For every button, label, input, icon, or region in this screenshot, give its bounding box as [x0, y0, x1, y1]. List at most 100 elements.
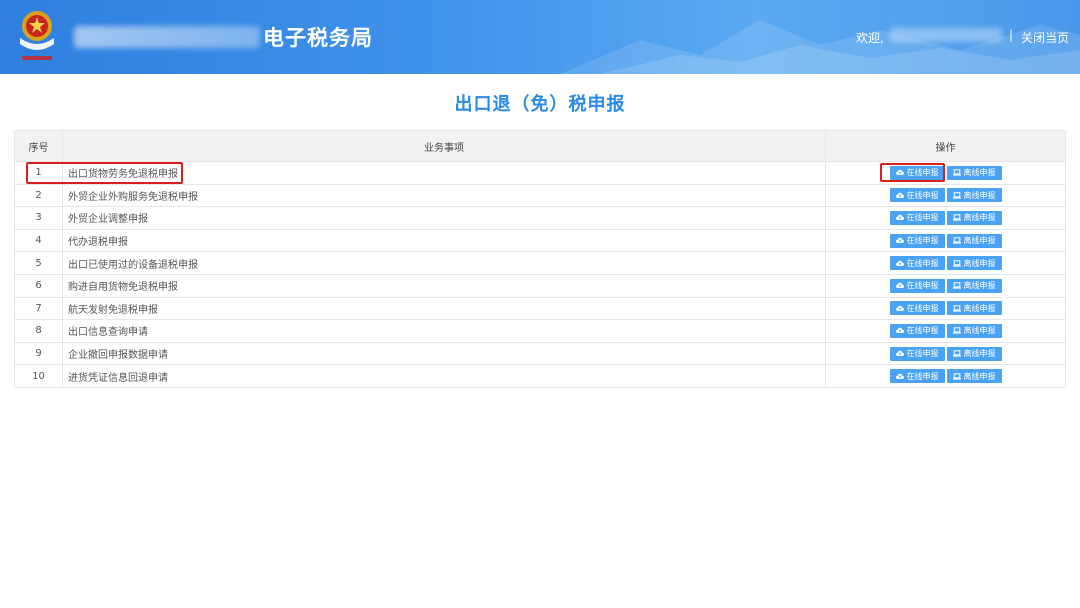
- column-header-operation: 操作: [825, 130, 1066, 162]
- laptop-icon: [952, 305, 961, 312]
- row-number: 5: [14, 251, 63, 275]
- user-name-redacted: [890, 28, 1002, 42]
- laptop-icon: [952, 259, 961, 267]
- cloud-upload-icon: [895, 214, 904, 221]
- row-operations: 在线申报 离线申报: [825, 183, 1066, 208]
- row-item-name: 外贸企业调整申报: [62, 206, 826, 230]
- online-declare-label: 在线申报: [906, 190, 939, 200]
- close-page-link[interactable]: 关闭当页: [1021, 29, 1069, 46]
- row-operations: 在线申报 离线申报: [825, 251, 1066, 275]
- offline-declare-button[interactable]: 离线申报: [946, 210, 1002, 225]
- row-item-name: 企业撤回申报数据申请: [62, 341, 826, 366]
- row-operations: 在线申报 离线申报: [825, 319, 1066, 343]
- offline-declare-label: 离线申报: [963, 281, 996, 291]
- header-separator: |: [1009, 28, 1014, 42]
- laptop-icon: [952, 372, 961, 380]
- table-row: 2 外贸企业外购服务免退税申报 在线申报 离线申报: [14, 183, 1066, 208]
- row-number: 3: [14, 206, 63, 230]
- table-row: 8 出口信息查询申请 在线申报 离线申报: [14, 319, 1066, 343]
- online-declare-button[interactable]: 在线申报: [889, 301, 945, 316]
- offline-declare-label: 离线申报: [963, 349, 996, 359]
- site-title: 电子税务局: [263, 26, 373, 50]
- online-declare-button[interactable]: 在线申报: [889, 346, 945, 361]
- row-operations: 在线申报 离线申报: [825, 296, 1066, 321]
- laptop-icon: [952, 350, 961, 357]
- offline-declare-label: 离线申报: [963, 236, 996, 246]
- table-body: 1 出口货物劳务免退税申报 在线申报 离线申报 2 外贸企业外购服务免退税申报 在线申报 离线…: [14, 161, 1066, 388]
- online-declare-label: 在线申报: [906, 281, 939, 291]
- online-declare-label: 在线申报: [906, 371, 939, 381]
- online-declare-button[interactable]: 在线申报: [889, 188, 945, 203]
- table-row: 1 出口货物劳务免退税申报 在线申报 离线申报: [14, 161, 1066, 185]
- cloud-upload-icon: [895, 192, 904, 199]
- laptop-icon: [952, 282, 961, 289]
- online-declare-label: 在线申报: [906, 258, 939, 268]
- offline-declare-button[interactable]: 离线申报: [946, 346, 1002, 361]
- offline-declare-label: 离线申报: [963, 258, 996, 268]
- offline-declare-button[interactable]: 离线申报: [946, 278, 1002, 293]
- row-operations: 在线申报 离线申报: [825, 341, 1066, 366]
- cloud-upload-icon: [895, 305, 904, 312]
- offline-declare-button[interactable]: 离线申报: [946, 188, 1002, 203]
- row-number: 10: [14, 364, 63, 388]
- declaration-table: 序号 业务事项 操作 1 出口货物劳务免退税申报 在线申报 离线申报 2 外贸企业外购服务…: [14, 130, 1066, 388]
- table-row: 6 购进自用货物免退税申报 在线申报 离线申报: [14, 273, 1066, 298]
- row-item-name: 航天发射免退税申报: [62, 296, 826, 321]
- table-row: 5 出口已使用过的设备退税申报 在线申报 离线申报: [14, 251, 1066, 275]
- offline-declare-label: 离线申报: [963, 326, 996, 336]
- offline-declare-label: 离线申报: [963, 168, 996, 178]
- row-operations: 在线申报 离线申报: [825, 228, 1066, 253]
- offline-declare-label: 离线申报: [963, 213, 996, 223]
- online-declare-button[interactable]: 在线申报: [889, 233, 945, 248]
- row-number: 2: [14, 183, 63, 208]
- offline-declare-label: 离线申报: [963, 371, 996, 381]
- laptop-icon: [952, 169, 961, 176]
- row-number: 8: [14, 319, 63, 343]
- online-declare-label: 在线申报: [906, 168, 939, 178]
- row-operations: 在线申报 离线申报: [825, 273, 1066, 298]
- offline-declare-label: 离线申报: [963, 190, 996, 200]
- online-declare-button[interactable]: 在线申报: [889, 278, 945, 293]
- cloud-upload-icon: [895, 373, 904, 380]
- laptop-icon: [952, 214, 961, 222]
- table-row: 10 进货凭证信息回退申请 在线申报 离线申报: [14, 364, 1066, 388]
- row-item-name: 代办退税申报: [62, 228, 826, 253]
- tax-emblem-icon: [20, 11, 54, 60]
- row-item-name: 出口信息查询申请: [62, 319, 826, 343]
- online-declare-button[interactable]: 在线申报: [889, 323, 945, 338]
- table-row: 9 企业撤回申报数据申请 在线申报 离线申报: [14, 341, 1066, 366]
- laptop-icon: [952, 327, 961, 335]
- offline-declare-button[interactable]: 离线申报: [946, 233, 1002, 248]
- online-declare-button[interactable]: 在线申报: [889, 369, 945, 384]
- online-declare-label: 在线申报: [906, 326, 939, 336]
- cloud-upload-icon: [895, 282, 904, 289]
- online-declare-button[interactable]: 在线申报: [889, 165, 945, 180]
- offline-declare-button[interactable]: 离线申报: [946, 323, 1002, 338]
- online-declare-label: 在线申报: [906, 213, 939, 223]
- offline-declare-button[interactable]: 离线申报: [946, 369, 1002, 384]
- offline-declare-button[interactable]: 离线申报: [946, 301, 1002, 316]
- online-declare-button[interactable]: 在线申报: [889, 256, 945, 271]
- offline-declare-button[interactable]: 离线申报: [946, 256, 1002, 271]
- cloud-upload-icon: [895, 350, 904, 357]
- column-header-number: 序号: [14, 130, 63, 162]
- row-item-name: 外贸企业外购服务免退税申报: [62, 183, 826, 208]
- online-declare-button[interactable]: 在线申报: [889, 210, 945, 225]
- welcome-text: 欢迎,: [856, 31, 884, 45]
- offline-declare-label: 离线申报: [963, 303, 996, 313]
- row-number: 1: [14, 161, 63, 185]
- row-number: 9: [14, 341, 63, 366]
- cloud-upload-icon: [895, 327, 904, 334]
- row-number: 7: [14, 296, 63, 321]
- laptop-icon: [952, 192, 961, 199]
- row-number: 4: [14, 228, 63, 253]
- cloud-upload-icon: [895, 169, 904, 176]
- table-row: 4 代办退税申报 在线申报 离线申报: [14, 228, 1066, 253]
- row-operations: 在线申报 离线申报: [825, 161, 1066, 185]
- column-header-item: 业务事项: [62, 130, 826, 162]
- top-header: 电子税务局 欢迎, | 关闭当页: [0, 0, 1080, 74]
- row-operations: 在线申报 离线申报: [825, 364, 1066, 388]
- offline-declare-button[interactable]: 离线申报: [946, 165, 1002, 180]
- row-item-name: 进货凭证信息回退申请: [62, 364, 826, 388]
- online-declare-label: 在线申报: [906, 236, 939, 246]
